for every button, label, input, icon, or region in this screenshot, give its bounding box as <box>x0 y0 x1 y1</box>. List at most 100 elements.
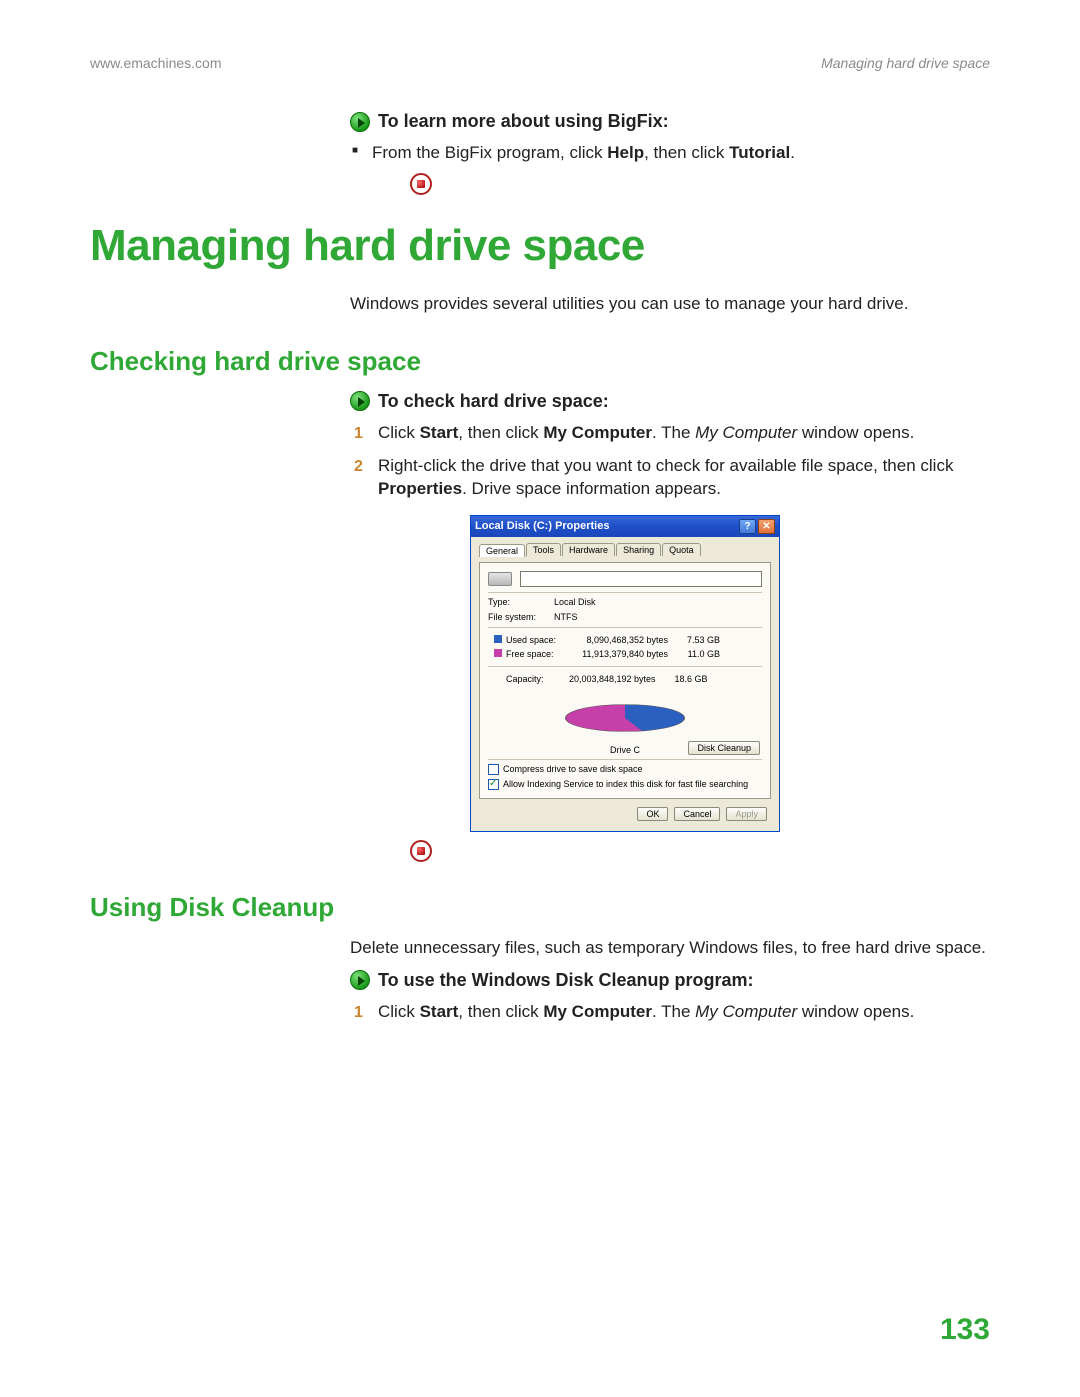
running-header: www.emachines.com Managing hard drive sp… <box>90 55 990 71</box>
tab-quota[interactable]: Quota <box>662 543 701 556</box>
text: Right-click the drive that you want to c… <box>378 456 953 475</box>
table-row: Used space: 8,090,468,352 bytes 7.53 GB <box>490 634 724 646</box>
drive-label-input[interactable] <box>520 571 762 587</box>
task-label: To use the Windows Disk Cleanup program: <box>378 970 754 991</box>
header-url: www.emachines.com <box>90 55 222 71</box>
free-bytes: 11,913,379,840 bytes <box>562 648 672 660</box>
numbered-list: 1 Click Start, then click My Computer. T… <box>350 422 990 501</box>
text: , then click <box>644 143 729 162</box>
text: window opens. <box>797 1002 914 1021</box>
task-head-check: To check hard drive space: <box>350 391 990 412</box>
used-bytes: 8,090,468,352 bytes <box>562 634 672 646</box>
play-icon <box>350 112 370 132</box>
list-item: 1 Click Start, then click My Computer. T… <box>378 422 990 445</box>
intro-text: Windows provides several utilities you c… <box>350 293 990 316</box>
used-gb: 7.53 GB <box>674 634 724 646</box>
titlebar-buttons: ? ✕ <box>739 519 775 534</box>
text: . The <box>652 423 695 442</box>
header-section-title: Managing hard drive space <box>821 55 990 71</box>
checkbox-icon[interactable] <box>488 779 499 790</box>
divider <box>488 666 762 667</box>
text: , then click <box>458 423 543 442</box>
hdd-icon <box>488 572 512 586</box>
capacity-table: Capacity: 20,003,848,192 bytes 18.6 GB <box>488 671 714 687</box>
compress-checkbox-row[interactable]: Compress drive to save disk space <box>488 764 762 775</box>
type-value: Local Disk <box>554 597 762 607</box>
list-item: From the BigFix program, click Help, the… <box>372 142 990 165</box>
text-italic: My Computer <box>695 423 797 442</box>
text: . The <box>652 1002 695 1021</box>
step-number: 2 <box>354 456 363 478</box>
tab-hardware[interactable]: Hardware <box>562 543 615 556</box>
indexing-label: Allow Indexing Service to index this dis… <box>503 779 748 789</box>
play-icon <box>350 970 370 990</box>
task-head-bigfix: To learn more about using BigFix: <box>350 111 990 132</box>
text-bold: Help <box>607 143 644 162</box>
text-bold: Start <box>420 1002 459 1021</box>
type-row: Type: Local Disk <box>488 597 762 607</box>
space-table: Used space: 8,090,468,352 bytes 7.53 GB … <box>488 632 726 662</box>
text: window opens. <box>797 423 914 442</box>
divider <box>488 627 762 628</box>
page-title: Managing hard drive space <box>90 221 990 271</box>
text: , then click <box>458 1002 543 1021</box>
table-row: Capacity: 20,003,848,192 bytes 18.6 GB <box>490 673 712 685</box>
drive-name-row <box>488 571 762 587</box>
fs-row: File system: NTFS <box>488 612 762 622</box>
page-number: 133 <box>940 1313 990 1347</box>
tab-general[interactable]: General <box>479 544 525 557</box>
help-button[interactable]: ? <box>739 519 756 534</box>
apply-button[interactable]: Apply <box>726 807 767 821</box>
cancel-button[interactable]: Cancel <box>674 807 720 821</box>
free-label: Free space: <box>506 649 554 659</box>
text: . Drive space information appears. <box>462 479 721 498</box>
text: From the BigFix program, click <box>372 143 607 162</box>
tab-panel-general: Type: Local Disk File system: NTFS Used … <box>479 562 771 799</box>
page: www.emachines.com Managing hard drive sp… <box>0 0 1080 1074</box>
used-swatch <box>494 635 502 643</box>
step-number: 1 <box>354 423 363 445</box>
dialog-body: General Tools Hardware Sharing Quota Typ… <box>471 537 779 831</box>
pie-chart-wrap: Drive C Disk Cleanup <box>488 693 762 755</box>
numbered-list: 1 Click Start, then click My Computer. T… <box>350 1001 990 1024</box>
text-bold: Tutorial <box>729 143 790 162</box>
fs-label: File system: <box>488 612 546 622</box>
compress-label: Compress drive to save disk space <box>503 764 643 774</box>
subheading-diskcleanup: Using Disk Cleanup <box>90 892 990 923</box>
indexing-checkbox-row[interactable]: Allow Indexing Service to index this dis… <box>488 779 762 790</box>
bullet-list: From the BigFix program, click Help, the… <box>350 142 990 165</box>
task-label: To learn more about using BigFix: <box>378 111 669 132</box>
section-bigfix-tail: To learn more about using BigFix: From t… <box>90 111 990 195</box>
tab-sharing[interactable]: Sharing <box>616 543 661 556</box>
text: . <box>790 143 795 162</box>
divider <box>488 759 762 760</box>
properties-dialog: Local Disk (C:) Properties ? ✕ General T… <box>470 515 780 832</box>
list-item: 2 Right-click the drive that you want to… <box>378 455 990 501</box>
dialog-title: Local Disk (C:) Properties <box>475 520 609 532</box>
free-swatch <box>494 649 502 657</box>
tab-strip: General Tools Hardware Sharing Quota <box>479 543 771 556</box>
ok-button[interactable]: OK <box>637 807 668 821</box>
disk-cleanup-button[interactable]: Disk Cleanup <box>688 741 760 755</box>
used-label: Used space: <box>506 635 556 645</box>
text-bold: Start <box>420 423 459 442</box>
play-icon <box>350 391 370 411</box>
close-button[interactable]: ✕ <box>758 519 775 534</box>
list-item: 1 Click Start, then click My Computer. T… <box>378 1001 990 1024</box>
text-bold: My Computer <box>543 423 652 442</box>
text-italic: My Computer <box>695 1002 797 1021</box>
text-bold: My Computer <box>543 1002 652 1021</box>
capacity-bytes: 20,003,848,192 bytes <box>550 673 660 685</box>
type-label: Type: <box>488 597 546 607</box>
free-gb: 11.0 GB <box>674 648 724 660</box>
checkbox-icon[interactable] <box>488 764 499 775</box>
capacity-gb: 18.6 GB <box>662 673 712 685</box>
task-head-cleanup: To use the Windows Disk Cleanup program: <box>350 970 990 991</box>
text: Click <box>378 423 420 442</box>
tab-tools[interactable]: Tools <box>526 543 561 556</box>
fs-value: NTFS <box>554 612 762 622</box>
task-label: To check hard drive space: <box>378 391 609 412</box>
dialog-titlebar: Local Disk (C:) Properties ? ✕ <box>471 516 779 537</box>
text: Click <box>378 1002 420 1021</box>
dialog-footer: OK Cancel Apply <box>479 799 771 823</box>
